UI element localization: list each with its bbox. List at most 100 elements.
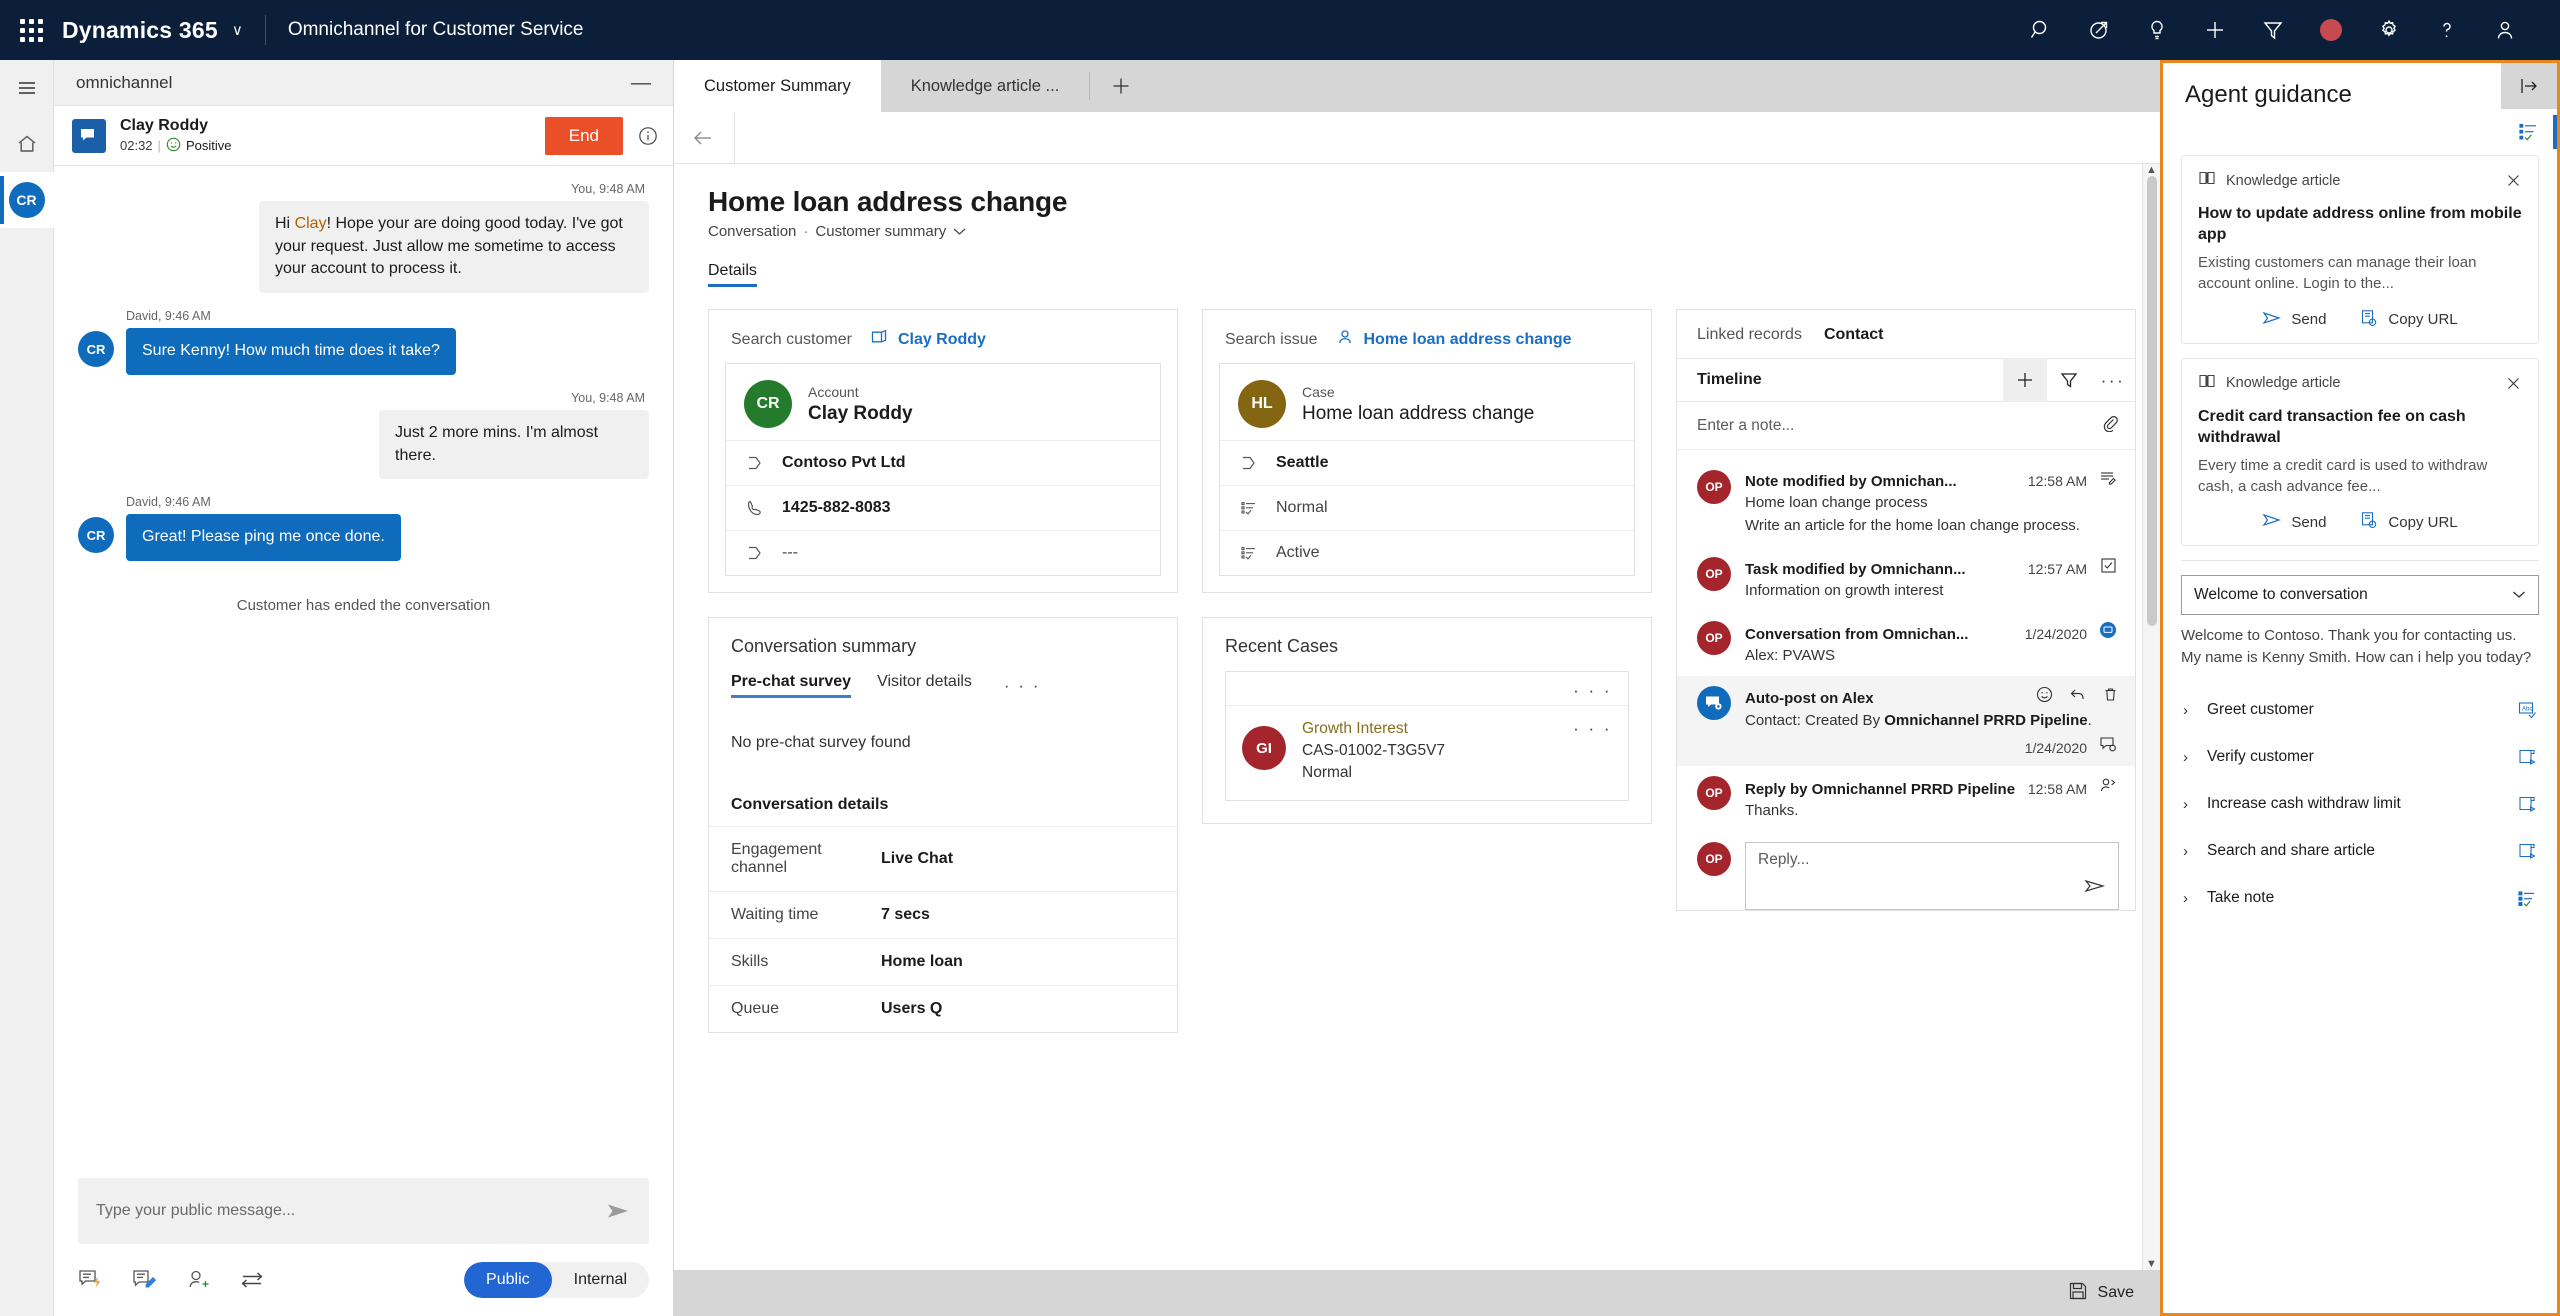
add-participant-icon[interactable]: [186, 1268, 212, 1292]
script-step-verify-customer[interactable]: › Verify customer: [2181, 734, 2539, 781]
search-icon[interactable]: [2012, 0, 2070, 60]
plus-icon[interactable]: [2186, 0, 2244, 60]
info-icon[interactable]: [637, 125, 659, 147]
paperclip-icon[interactable]: [2101, 414, 2119, 437]
timeline-reply-input[interactable]: Reply...: [1745, 841, 2119, 910]
copy-url-button[interactable]: Copy URL: [2360, 511, 2458, 533]
knowledge-article-card[interactable]: Knowledge article Credit card transactio…: [2181, 357, 2539, 547]
agent-script-icon[interactable]: [2501, 109, 2557, 155]
copy-url-button[interactable]: Copy URL: [2360, 309, 2458, 331]
customer-link-label: Clay Roddy: [897, 330, 986, 348]
chevron-down-icon[interactable]: [953, 223, 966, 240]
script-step-greet-customer[interactable]: › Greet customer Abc: [2181, 687, 2539, 734]
list-item[interactable]: GI Growth Interest CAS-01002-T3G5V7 Norm…: [1226, 705, 1628, 800]
send-icon: [2262, 310, 2282, 330]
send-icon[interactable]: [605, 1198, 631, 1224]
gear-icon[interactable]: [2360, 0, 2418, 60]
scrollbar-thumb[interactable]: [2147, 176, 2157, 626]
case-priority: Normal: [1276, 499, 1328, 516]
script-step-search-and-share-article[interactable]: › Search and share article: [2181, 828, 2539, 875]
transfer-icon[interactable]: [240, 1268, 266, 1292]
scroll-up-arrow[interactable]: ▲: [2143, 164, 2160, 176]
script-step-take-note[interactable]: › Take note: [2181, 875, 2539, 922]
timeline-list[interactable]: OP Note modified by Omnichan... 12:58 AM: [1677, 450, 2135, 910]
delete-icon[interactable]: [2102, 686, 2119, 708]
chat-customer-name: Clay Roddy: [120, 116, 209, 134]
detail-key: Engagement channel: [731, 841, 822, 876]
timeline-item[interactable]: Auto-post on Alex Contact: Created By Om…: [1677, 676, 2135, 767]
timeline-filter-icon[interactable]: [2047, 358, 2091, 402]
timeline-item[interactable]: OP Task modified by Omnichann... 12:57 A…: [1677, 547, 2135, 611]
account-icon[interactable]: [2476, 0, 2534, 60]
recent-cases-more-icon[interactable]: · · ·: [1573, 682, 1612, 699]
content-scrollbar[interactable]: ▲ ▼: [2142, 164, 2160, 1270]
close-icon[interactable]: [2505, 375, 2522, 392]
send-article-button[interactable]: Send: [2262, 511, 2326, 533]
scroll-down-arrow[interactable]: ▼: [2143, 1258, 2160, 1270]
end-conversation-button[interactable]: End: [544, 116, 623, 155]
send-label: Send: [2291, 513, 2327, 531]
message-input-wrapper[interactable]: [78, 1178, 649, 1244]
visibility-public[interactable]: Public: [464, 1262, 552, 1298]
tab-pre-chat-survey[interactable]: Pre-chat survey: [731, 673, 852, 698]
waffle-icon[interactable]: [0, 18, 62, 42]
timeline-item[interactable]: OP Reply by Omnichannel PRRD Pipeline 12…: [1677, 766, 2135, 831]
timeline-more-icon[interactable]: ···: [2091, 358, 2135, 402]
conversation-summary-more-icon[interactable]: · · ·: [1004, 676, 1040, 696]
presence-dot-icon[interactable]: [2302, 0, 2360, 60]
add-tab-button[interactable]: [1090, 60, 1152, 112]
hamburger-menu-icon[interactable]: [0, 60, 54, 116]
reply-user-icon: [2097, 776, 2119, 794]
save-button[interactable]: Save: [2068, 1281, 2134, 1306]
script-run-icon: [2517, 795, 2537, 814]
tab-customer-summary[interactable]: Customer Summary: [674, 60, 881, 112]
tab-contact[interactable]: Contact: [1824, 326, 1884, 344]
message-input[interactable]: [96, 1202, 605, 1220]
script-step-increase-cash-withdraw-limit[interactable]: › Increase cash withdraw limit: [2181, 781, 2539, 828]
quick-reply-icon[interactable]: [78, 1268, 104, 1292]
visibility-internal[interactable]: Internal: [552, 1262, 649, 1298]
minimize-icon[interactable]: —: [623, 73, 659, 93]
send-article-button[interactable]: Send: [2262, 309, 2326, 331]
timeline-note-input[interactable]: [1697, 416, 2101, 435]
chevron-down-icon[interactable]: ∨: [232, 21, 243, 39]
agent-guidance-content[interactable]: Knowledge article How to update address …: [2163, 155, 2557, 1313]
timeline-item-time: 12:58 AM: [2027, 473, 2087, 489]
expand-panel-icon[interactable]: [2501, 63, 2557, 109]
sentiment-smile-icon: [166, 137, 181, 155]
timeline-item[interactable]: OP Conversation from Omnichan... 1/24/20…: [1677, 611, 2135, 676]
close-icon[interactable]: [2505, 172, 2522, 189]
search-issue-label[interactable]: Search issue: [1225, 331, 1318, 349]
timeline-note-input-row[interactable]: [1677, 402, 2135, 450]
back-arrow-icon[interactable]: [674, 127, 734, 149]
message-timestamp: David, 9:46 AM: [126, 495, 211, 510]
send-icon[interactable]: [2084, 876, 2106, 901]
avatar: CR: [78, 331, 114, 368]
timeline-add-icon[interactable]: [2003, 358, 2047, 402]
knowledge-article-card[interactable]: Knowledge article How to update address …: [2181, 155, 2539, 344]
note-icon[interactable]: [132, 1268, 158, 1292]
lightbulb-icon[interactable]: [2128, 0, 2186, 60]
reply-icon[interactable]: [2069, 686, 2086, 708]
session-tabstrip: Customer Summary Knowledge article ...: [674, 60, 2160, 112]
customer-link[interactable]: Clay Roddy: [870, 328, 986, 351]
script-selector[interactable]: Welcome to conversation: [2181, 575, 2539, 616]
chat-transcript[interactable]: You, 9:48 AM Hi Clay! Hope your are doin…: [54, 166, 673, 1164]
dashboard-arrow-icon[interactable]: [2070, 0, 2128, 60]
home-icon[interactable]: [0, 116, 54, 172]
sidebar-item-session[interactable]: CR: [0, 172, 54, 228]
help-icon[interactable]: [2418, 0, 2476, 60]
list-item-more-icon[interactable]: · · ·: [1573, 720, 1612, 737]
filter-icon[interactable]: [2244, 0, 2302, 60]
visibility-toggle[interactable]: Public Internal: [464, 1262, 649, 1298]
chat-compose-area: [54, 1164, 673, 1244]
issue-link[interactable]: Home loan address change: [1336, 328, 1572, 351]
issue-card-header: Search issue Home loan address change: [1203, 310, 1651, 363]
tab-linked-records[interactable]: Linked records: [1697, 326, 1802, 344]
tab-visitor-details[interactable]: Visitor details: [877, 673, 972, 698]
timeline-item[interactable]: OP Note modified by Omnichan... 12:58 AM: [1677, 460, 2135, 547]
tab-details[interactable]: Details: [708, 262, 757, 287]
emoji-icon[interactable]: [2036, 686, 2053, 708]
tab-knowledge-article[interactable]: Knowledge article ...: [881, 60, 1090, 112]
search-customer-label[interactable]: Search customer: [731, 331, 852, 349]
